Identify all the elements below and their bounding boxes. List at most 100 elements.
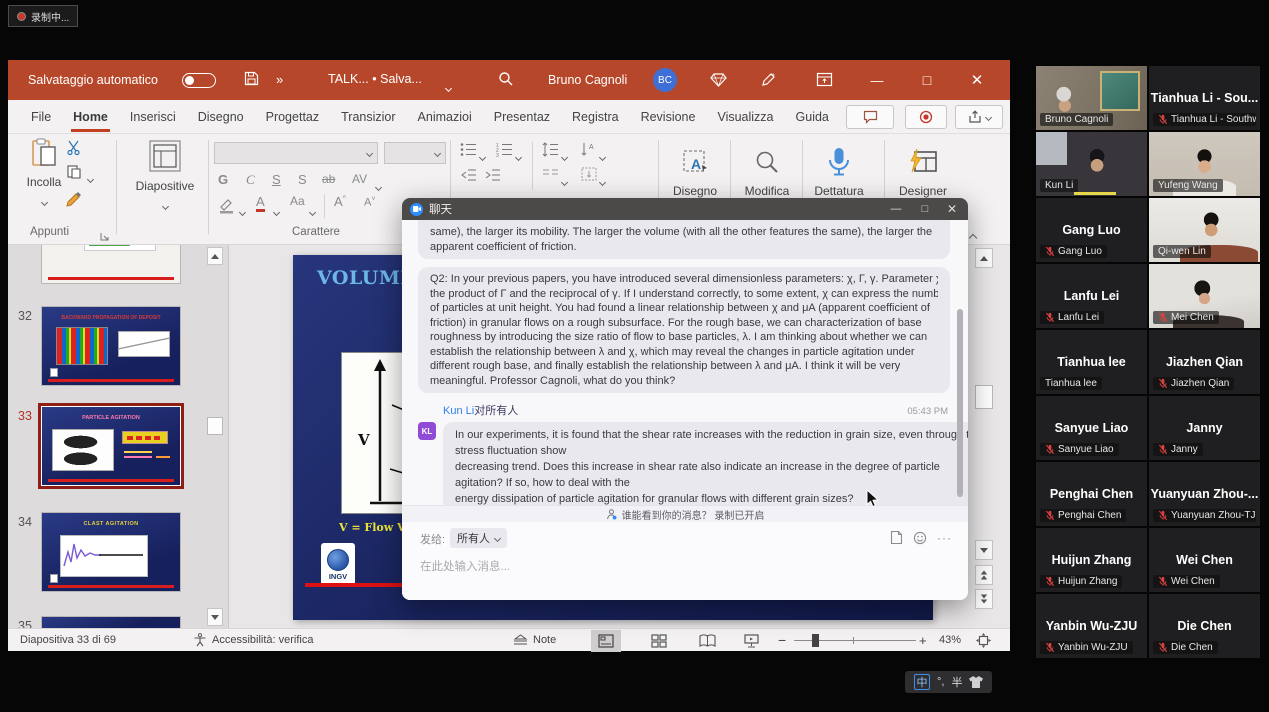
collapse-ribbon-icon[interactable] <box>970 228 976 246</box>
ime-toolbar[interactable]: 中 °, 半 <box>905 671 992 693</box>
shrink-font-button[interactable]: A˅ <box>364 196 375 209</box>
menu-tab-visualizza[interactable]: Visualizza <box>706 100 784 134</box>
autosave-toggle[interactable] <box>182 73 216 88</box>
shadow-button[interactable]: S <box>298 172 307 187</box>
participant-tile[interactable]: Penghai ChenPenghai Chen <box>1036 462 1147 526</box>
search-icon[interactable] <box>498 71 514 92</box>
copy-icon[interactable] <box>66 164 82 185</box>
slide-thumbnail-33[interactable]: PARTICLE AGITATION <box>42 407 180 485</box>
text-direction-chevron-icon[interactable] <box>599 179 606 186</box>
menu-tab-disegno[interactable]: Disegno <box>187 100 255 134</box>
line-spacing-icon[interactable] <box>542 142 559 162</box>
ime-punctuation-toggle[interactable]: °, <box>937 676 944 688</box>
sender-avatar[interactable]: KL <box>418 422 436 440</box>
notes-button[interactable]: Note <box>513 629 556 651</box>
bullet-chevron-icon[interactable] <box>479 154 486 161</box>
pen-sparkle-icon[interactable] <box>760 71 777 93</box>
clipboard-dialog-launcher-icon[interactable] <box>100 228 109 246</box>
participant-tile[interactable]: Sanyue LiaoSanyue Liao <box>1036 396 1147 460</box>
zoom-slider-thumb[interactable] <box>812 634 819 647</box>
font-color-chevron-icon[interactable] <box>273 209 280 216</box>
numbered-list-icon[interactable]: 123 <box>496 142 513 162</box>
participant-tile[interactable]: Tianhua leeTianhua lee <box>1036 330 1147 394</box>
text-direction-icon[interactable] <box>580 166 598 187</box>
sort-chevron-icon[interactable] <box>599 154 606 161</box>
editor-scrollbar-thumb[interactable] <box>975 385 993 409</box>
pane-scroll-up-button[interactable] <box>207 247 223 265</box>
minimize-button[interactable]: — <box>860 60 894 100</box>
participant-tile[interactable]: Bruno Cagnoli <box>1036 66 1147 130</box>
outdent-icon[interactable] <box>460 168 477 187</box>
highlight-chevron-icon[interactable] <box>239 209 246 216</box>
participant-tile[interactable]: Gang LuoGang Luo <box>1036 198 1147 262</box>
line-spacing-chevron-icon[interactable] <box>561 154 568 161</box>
paste-button[interactable]: Incolla <box>24 138 64 210</box>
slide-sorter-view-button[interactable] <box>644 630 674 652</box>
new-slide-button[interactable]: Diapositive <box>124 138 206 214</box>
participant-tile[interactable]: Yanbin Wu-ZJUYanbin Wu-ZJU <box>1036 594 1147 658</box>
ribbon-display-icon[interactable] <box>816 71 833 93</box>
slide-thumbnail-partial[interactable] <box>42 245 180 283</box>
slide-thumbnail-34[interactable]: CLAST AGITATION <box>42 513 180 591</box>
ime-skin-icon[interactable] <box>969 676 983 688</box>
chat-minimize-button[interactable]: — <box>882 198 910 220</box>
cut-icon[interactable] <box>66 140 82 161</box>
strikethrough-button[interactable]: ab <box>322 172 335 186</box>
close-button[interactable]: ✕ <box>960 60 994 100</box>
grow-font-button[interactable]: A^ <box>334 194 346 209</box>
chat-close-button[interactable]: ✕ <box>938 198 966 220</box>
menu-tab-transizior[interactable]: Transizior <box>330 100 406 134</box>
copy-chevron-icon[interactable] <box>87 176 94 183</box>
normal-view-button[interactable] <box>591 630 621 652</box>
chat-message-input[interactable]: 在此处输入消息... <box>420 558 510 574</box>
editor-scroll-up-button[interactable] <box>975 248 993 268</box>
zoom-out-button[interactable]: − <box>778 629 786 651</box>
character-spacing-button[interactable]: AV <box>352 172 367 186</box>
italic-button[interactable]: C <box>246 172 255 188</box>
user-avatar[interactable]: BC <box>653 68 677 92</box>
ime-width-toggle[interactable]: 半 <box>951 674 962 690</box>
sort-text-icon[interactable]: A <box>580 142 597 162</box>
record-button[interactable] <box>905 105 947 129</box>
participant-tile[interactable]: Qi-wen Lin <box>1149 198 1260 262</box>
previous-slide-button[interactable] <box>975 565 993 585</box>
reading-view-button[interactable] <box>692 630 722 652</box>
change-case-chevron-icon[interactable] <box>309 209 316 216</box>
slide-thumbnail-35[interactable] <box>42 617 180 628</box>
send-to-dropdown[interactable]: 所有人 <box>450 528 507 548</box>
participant-tile[interactable]: Die ChenDie Chen <box>1149 594 1260 658</box>
zoom-in-button[interactable]: + <box>919 629 927 651</box>
participant-tile[interactable]: JannyJanny <box>1149 396 1260 460</box>
font-color-button[interactable]: A <box>256 194 265 209</box>
font-size-combobox[interactable] <box>384 142 446 164</box>
menu-tab-guida[interactable]: Guida <box>785 100 840 134</box>
participant-tile[interactable]: Mei Chen <box>1149 264 1260 328</box>
slide-thumbnail-32[interactable]: BACKWARD PROPAGATION OF DEPOSIT <box>42 307 180 385</box>
indent-icon[interactable] <box>484 168 501 187</box>
pane-scroll-down-button[interactable] <box>207 608 223 626</box>
menu-tab-animazioi[interactable]: Animazioi <box>407 100 483 134</box>
more-options-icon[interactable]: ··· <box>937 531 952 545</box>
menu-tab-revisione[interactable]: Revisione <box>630 100 707 134</box>
zoom-level[interactable]: 43% <box>939 629 961 651</box>
bullet-list-icon[interactable] <box>460 142 477 162</box>
chat-titlebar[interactable]: 聊天 — □ ✕ <box>402 198 968 220</box>
menu-tab-registra[interactable]: Registra <box>561 100 630 134</box>
menu-tab-progettaz[interactable]: Progettaz <box>255 100 331 134</box>
pane-scrollbar-thumb[interactable] <box>207 417 223 435</box>
maximize-button[interactable]: □ <box>910 60 944 100</box>
fit-to-window-icon[interactable] <box>976 629 991 651</box>
font-name-combobox[interactable] <box>214 142 378 164</box>
comments-button[interactable] <box>846 105 894 129</box>
accessibility-status[interactable]: Accessibilità: verifica <box>193 629 313 651</box>
chat-scrollbar[interactable] <box>957 309 963 497</box>
bold-button[interactable]: G <box>218 172 228 187</box>
participant-tile[interactable]: Huijun ZhangHuijun Zhang <box>1036 528 1147 592</box>
share-button[interactable] <box>955 105 1003 129</box>
columns-icon[interactable] <box>542 168 559 187</box>
participant-tile[interactable]: Yuanyuan Zhou-...Yuanyuan Zhou-TJU <box>1149 462 1260 526</box>
doc-title-chevron-icon[interactable] <box>445 85 452 92</box>
char-spacing-chevron-icon[interactable] <box>375 184 382 191</box>
next-slide-button[interactable] <box>975 589 993 609</box>
sender-name[interactable]: Kun Li <box>443 405 474 417</box>
